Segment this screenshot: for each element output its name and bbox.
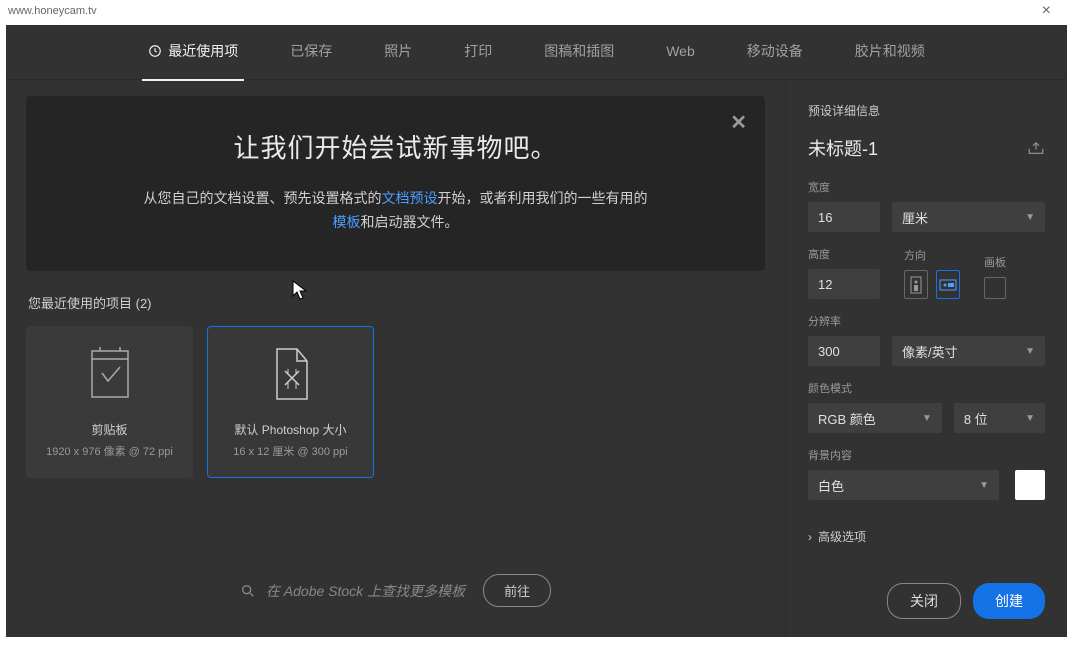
width-input[interactable] [808, 202, 880, 232]
artboard-label: 画板 [984, 254, 1006, 270]
document-icon [267, 345, 315, 403]
intro-description: 从您自己的文档设置、预先设置格式的文档预设开始，或者利用我们的一些有用的模板和启… [86, 187, 705, 235]
stock-search[interactable]: 在 Adobe Stock 上查找更多模板 [240, 581, 465, 601]
orientation-portrait[interactable] [904, 270, 928, 299]
preset-info: 1920 x 976 像素 @ 72 ppi [46, 443, 173, 459]
go-button[interactable]: 前往 [483, 574, 551, 607]
document-name[interactable]: 未标题-1 [808, 135, 1019, 161]
chevron-down-icon: ▼ [922, 413, 932, 424]
create-button[interactable]: 创建 [973, 583, 1045, 619]
tab-film[interactable]: 胶片和视频 [849, 23, 931, 81]
recent-label: 您最近使用的项目 (2) [28, 293, 765, 312]
portrait-icon [909, 276, 923, 294]
color-mode-label: 颜色模式 [808, 380, 1045, 396]
preset-clipboard[interactable]: 剪贴板 1920 x 976 像素 @ 72 ppi [26, 326, 193, 478]
window-close-icon[interactable]: × [1034, 2, 1059, 20]
resolution-unit-select[interactable]: 像素/英寸 ▼ [892, 336, 1045, 366]
tab-recent[interactable]: 最近使用项 [142, 23, 244, 81]
template-link[interactable]: 模板 [333, 214, 361, 230]
url-text: www.honeycam.tv [8, 5, 97, 17]
tab-photo[interactable]: 照片 [378, 23, 418, 81]
height-label: 高度 [808, 246, 880, 262]
color-depth-select[interactable]: 8 位 ▼ [954, 403, 1045, 433]
resolution-input[interactable] [808, 336, 880, 366]
tab-print[interactable]: 打印 [458, 23, 498, 81]
close-button[interactable]: 关闭 [887, 583, 961, 619]
chevron-down-icon: ▼ [1025, 413, 1035, 424]
preset-name: 剪贴板 [91, 421, 127, 438]
height-input[interactable] [808, 269, 880, 299]
doc-preset-link[interactable]: 文档预设 [382, 190, 438, 206]
preset-default-ps[interactable]: 默认 Photoshop 大小 16 x 12 厘米 @ 300 ppi [207, 326, 374, 478]
advanced-options-toggle[interactable]: › 高级选项 [808, 528, 1045, 545]
chevron-right-icon: › [808, 530, 812, 544]
color-mode-select[interactable]: RGB 颜色 ▼ [808, 403, 942, 433]
chevron-down-icon: ▼ [1025, 346, 1035, 357]
chevron-down-icon: ▼ [1025, 212, 1035, 223]
resolution-label: 分辨率 [808, 313, 1045, 329]
clock-icon [148, 44, 162, 58]
orientation-landscape[interactable] [936, 270, 960, 299]
intro-close-icon[interactable]: ✕ [730, 110, 747, 135]
tab-web[interactable]: Web [660, 25, 701, 79]
category-tabs: 最近使用项 已保存 照片 打印 图稿和插图 Web 移动设备 胶片和视频 [6, 25, 1067, 80]
background-label: 背景内容 [808, 447, 1045, 463]
background-color-swatch[interactable] [1015, 470, 1045, 500]
clipboard-icon [86, 345, 134, 403]
save-preset-icon[interactable] [1027, 141, 1045, 155]
chevron-down-icon: ▼ [979, 480, 989, 491]
tab-label: 最近使用项 [168, 41, 238, 61]
search-icon [240, 583, 256, 599]
landscape-icon [939, 278, 957, 292]
intro-title: 让我们开始尝试新事物吧。 [86, 128, 705, 165]
preset-name: 默认 Photoshop 大小 [234, 421, 346, 438]
orientation-label: 方向 [904, 247, 960, 263]
search-placeholder: 在 Adobe Stock 上查找更多模板 [266, 581, 465, 601]
preset-info: 16 x 12 厘米 @ 300 ppi [233, 443, 348, 459]
width-label: 宽度 [808, 179, 1045, 195]
artboard-checkbox[interactable] [984, 277, 1006, 299]
intro-panel: ✕ 让我们开始尝试新事物吧。 从您自己的文档设置、预先设置格式的文档预设开始，或… [26, 96, 765, 271]
tab-art[interactable]: 图稿和插图 [538, 23, 620, 81]
tab-saved[interactable]: 已保存 [284, 23, 338, 81]
tab-mobile[interactable]: 移动设备 [741, 23, 809, 81]
background-select[interactable]: 白色 ▼ [808, 470, 999, 500]
width-unit-select[interactable]: 厘米 ▼ [892, 202, 1045, 232]
details-header: 预设详细信息 [808, 102, 1045, 119]
